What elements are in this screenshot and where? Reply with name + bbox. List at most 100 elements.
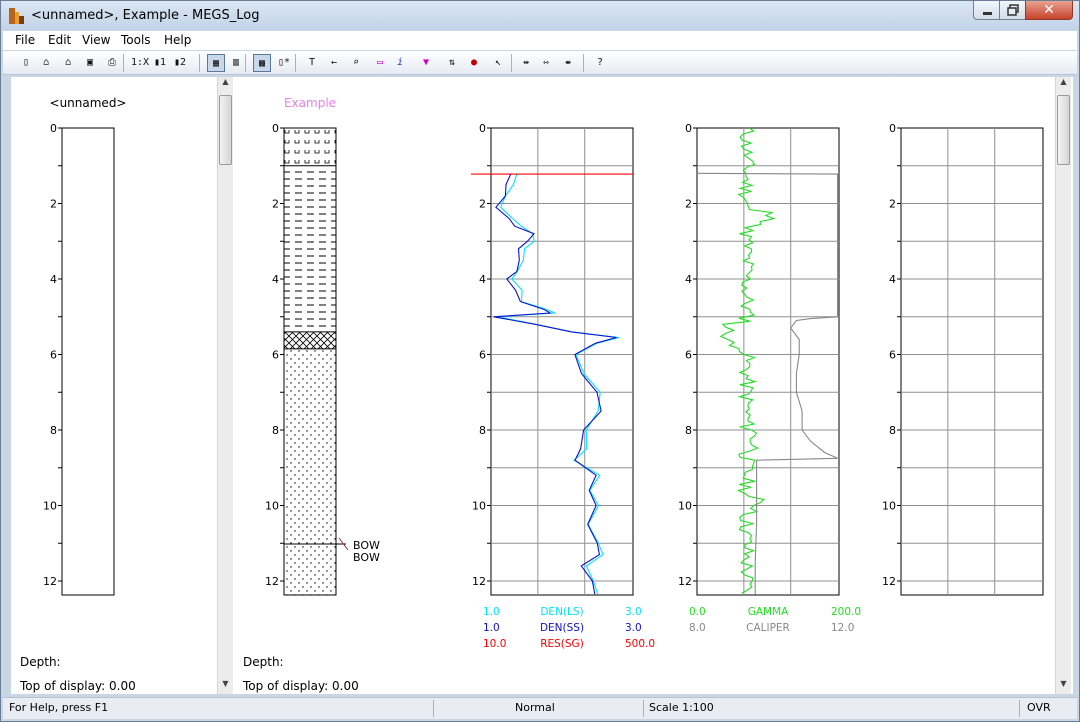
spread-icon: ⇿ — [542, 57, 550, 68]
track-1-button[interactable]: ▮1 — [151, 54, 169, 72]
add-track-icon: ▯* — [277, 57, 291, 68]
top-label: BOW — [353, 551, 380, 564]
scroll-down-icon[interactable]: ▼ — [218, 679, 233, 693]
depth-tick-label: 4 — [50, 273, 57, 286]
status-ovr: OVR — [1027, 701, 1051, 714]
right-vertical-scrollbar[interactable]: ▲ ▼ — [1055, 77, 1071, 694]
add-track-button[interactable]: ▯* — [275, 54, 293, 72]
restore-icon — [1007, 4, 1019, 16]
lith-coal — [284, 331, 336, 349]
pointer-button[interactable]: ↖ — [489, 54, 507, 72]
depth-tick-label: 0 — [889, 122, 896, 135]
depth-tick-label: 4 — [889, 273, 896, 286]
column-button[interactable]: ▥ — [227, 54, 245, 72]
den-legend-max: 3.0 — [625, 606, 642, 618]
fill-button[interactable]: ▩ — [253, 54, 271, 72]
top-of-display-label: Top of display: 0.00 — [20, 679, 136, 693]
log-track — [900, 127, 1044, 596]
pointer-icon: ↖ — [494, 57, 502, 68]
app-icon — [9, 8, 24, 24]
menu-view[interactable]: View — [82, 33, 110, 47]
depth-tick-label: 4 — [272, 273, 279, 286]
open-folder-button[interactable]: ⌂ — [59, 54, 77, 72]
left-vertical-scrollbar[interactable]: ▲ ▼ — [217, 77, 233, 694]
gamma-legend-name: GAMMA — [748, 606, 789, 618]
tops-button[interactable]: T — [303, 54, 321, 72]
collapse-button[interactable]: ⇼ — [559, 54, 577, 72]
print-button[interactable]: ⎙ — [103, 54, 121, 72]
print-icon: ⎙ — [108, 57, 116, 68]
add-note-button[interactable]: ▭ — [371, 54, 389, 72]
menu-help[interactable]: Help — [164, 33, 191, 47]
depth-tick-label: 12 — [43, 575, 57, 588]
sort-button[interactable]: ⇅ — [443, 54, 461, 72]
zoom-button[interactable]: ⌕ — [347, 54, 365, 72]
depth-tick-label: 0 — [479, 122, 486, 135]
scroll-thumb[interactable] — [219, 95, 232, 165]
move-button[interactable]: ⇹ — [517, 54, 535, 72]
track-2-icon: ▮2 — [173, 57, 187, 68]
menu-bar: File Edit View Tools Help — [3, 31, 1077, 50]
menu-file[interactable]: File — [15, 33, 35, 47]
scroll-up-icon[interactable]: ▲ — [218, 77, 233, 91]
scroll-down-icon[interactable]: ▼ — [1056, 679, 1071, 693]
column-icon: ▥ — [232, 57, 240, 68]
fill-down-button[interactable]: ▼ — [417, 54, 435, 72]
add-point-button[interactable]: ● — [465, 54, 483, 72]
menu-edit[interactable]: Edit — [48, 33, 71, 47]
depth-tick-label: 2 — [50, 198, 57, 211]
minimize-button[interactable] — [973, 1, 1000, 20]
back-arrow-button[interactable]: ← — [325, 54, 343, 72]
scroll-up-icon[interactable]: ▲ — [1056, 77, 1071, 91]
fill-icon: ▩ — [258, 58, 266, 69]
lith-soil — [284, 128, 336, 166]
track-2-button[interactable]: ▮2 — [171, 54, 189, 72]
save-button[interactable]: ▣ — [81, 54, 99, 72]
gamma-legend-max: 200.0 — [831, 606, 861, 618]
maximize-button[interactable] — [999, 1, 1026, 20]
den-legend-name: DEN(SS) — [540, 622, 584, 634]
depth-tick-label: 8 — [889, 424, 896, 437]
depth-tick-label: 6 — [272, 349, 279, 362]
log-track — [490, 127, 634, 596]
lith-shale — [284, 165, 336, 332]
depth-tick-label: 8 — [272, 424, 279, 437]
well-name: <unnamed> — [50, 96, 127, 110]
open-button[interactable]: ⌂ — [37, 54, 55, 72]
den-legend-min: 10.0 — [483, 638, 506, 650]
depth-tick-label: 12 — [265, 575, 279, 588]
title-bar[interactable]: <unnamed>, Example - MEGS_Log ✕ — [1, 1, 1079, 30]
depth-tick-label: 10 — [882, 500, 896, 513]
info-button[interactable]: i — [391, 54, 409, 72]
depth-tick-label: 2 — [479, 198, 486, 211]
back-arrow-icon: ← — [330, 57, 338, 68]
close-button[interactable]: ✕ — [1025, 1, 1073, 20]
app-window: <unnamed>, Example - MEGS_Log ✕ File Edi… — [0, 0, 1080, 722]
depth-tick-label: 12 — [678, 575, 692, 588]
save-icon: ▣ — [86, 57, 94, 68]
scroll-thumb[interactable] — [1057, 95, 1070, 165]
zoom-icon: ⌕ — [352, 57, 360, 68]
den-legend-name: RES(SG) — [540, 638, 584, 650]
scale-1x-button[interactable]: 1:X — [131, 54, 149, 72]
minimize-icon — [983, 12, 992, 15]
depth-tick-label: 8 — [50, 424, 57, 437]
info-icon: i — [396, 57, 404, 68]
status-help-text: For Help, press F1 — [9, 701, 109, 714]
depth-tick-label: 4 — [479, 273, 486, 286]
menu-tools[interactable]: Tools — [121, 33, 151, 47]
depth-tick-label: 6 — [889, 349, 896, 362]
open-icon: ⌂ — [42, 57, 50, 68]
depth-tick-label: 2 — [889, 198, 896, 211]
grid-button[interactable]: ▦ — [207, 54, 225, 72]
den-legend-max: 3.0 — [625, 622, 642, 634]
depth-tick-label: 6 — [479, 349, 486, 362]
help-pointer-icon: ? — [596, 57, 604, 68]
add-point-icon: ● — [470, 57, 478, 68]
help-pointer-button[interactable]: ? — [591, 54, 609, 72]
new-button[interactable]: ▯ — [17, 54, 35, 72]
depth-tick-label: 10 — [678, 500, 692, 513]
spread-button[interactable]: ⇿ — [537, 54, 555, 72]
tops-icon: T — [308, 57, 316, 68]
sort-icon: ⇅ — [448, 57, 456, 68]
